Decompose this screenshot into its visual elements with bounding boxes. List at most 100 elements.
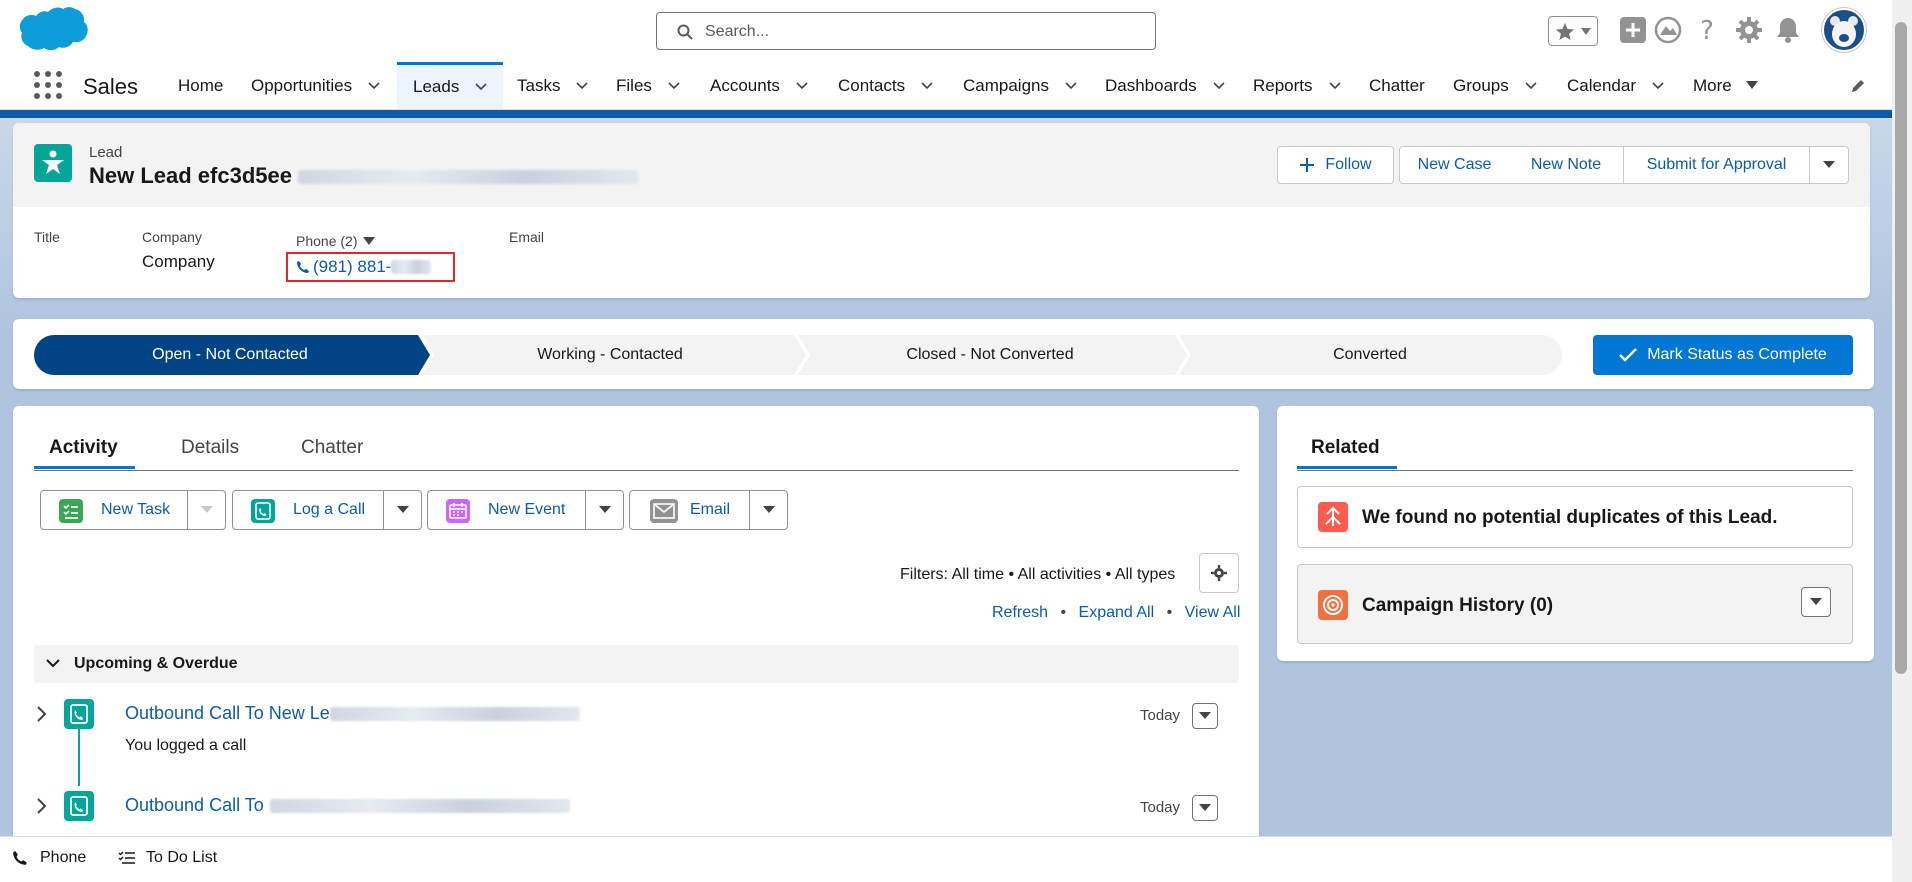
global-actions-icon[interactable]	[1619, 16, 1647, 44]
scrollbar-thumb[interactable]	[1895, 22, 1907, 674]
timeline-item-title[interactable]: Outbound Call To	[125, 795, 570, 816]
new-event-button-group: New Event	[427, 490, 624, 530]
nav-item-leads[interactable]: Leads	[397, 62, 503, 109]
email-icon	[650, 499, 678, 523]
timeline-title-link[interactable]: Outbound Call To	[125, 795, 264, 815]
path-step-closed[interactable]: Closed - Not Converted	[800, 335, 1180, 375]
checkmark-icon	[1619, 348, 1638, 362]
timeline-item-menu[interactable]	[1192, 703, 1218, 729]
path-step-converted[interactable]: Converted	[1180, 335, 1560, 375]
nav-item-dashboards[interactable]: Dashboards	[1105, 62, 1225, 109]
chevron-down-icon[interactable]	[1328, 80, 1341, 92]
utility-todo[interactable]: To Do List	[118, 849, 217, 867]
new-task-button[interactable]: New Task	[101, 501, 170, 519]
timeline-title-link[interactable]: Outbound Call To New Le	[125, 703, 330, 723]
nav-item-contacts[interactable]: Contacts	[838, 62, 933, 109]
chevron-down-icon[interactable]	[1525, 80, 1537, 92]
tab-related[interactable]: Related	[1311, 437, 1380, 459]
timeline-item-title[interactable]: Outbound Call To New Le	[125, 703, 580, 724]
record-title-text: New Lead efc3d5ee	[89, 163, 292, 188]
bell-icon[interactable]	[1775, 16, 1801, 44]
email-menu-button[interactable]	[749, 491, 787, 529]
path-step-open[interactable]: Open - Not Contacted	[40, 335, 420, 375]
chevron-down-icon	[1581, 28, 1591, 35]
global-search[interactable]: Search...	[656, 12, 1156, 50]
log-call-button[interactable]: Log a Call	[293, 501, 365, 519]
phone-field-value[interactable]: (981) 881-	[296, 257, 432, 277]
app-launcher-icon[interactable]	[34, 71, 62, 99]
path-step-working[interactable]: Working - Contacted	[420, 335, 800, 375]
chevron-down-icon[interactable]	[1652, 80, 1664, 92]
record-title: New Lead efc3d5ee	[89, 163, 638, 189]
new-task-menu-button[interactable]	[187, 491, 225, 529]
user-avatar[interactable]	[1822, 8, 1866, 52]
chevron-down-icon[interactable]	[576, 80, 589, 92]
nav-item-home[interactable]: Home	[178, 62, 223, 109]
nav-item-groups[interactable]: Groups	[1453, 62, 1537, 109]
nav-item-chatter[interactable]: Chatter	[1369, 62, 1425, 109]
new-case-button[interactable]: New Case	[1399, 146, 1510, 184]
nav-item-tasks[interactable]: Tasks	[517, 62, 589, 109]
email-button[interactable]: Email	[690, 501, 730, 519]
nav-item-reports[interactable]: Reports	[1253, 62, 1341, 109]
nav-item-calendar[interactable]: Calendar	[1567, 62, 1664, 109]
help-icon[interactable]: ?	[1695, 16, 1719, 44]
utility-phone[interactable]: Phone	[12, 849, 86, 867]
phone-field-label[interactable]: Phone (2)	[296, 233, 376, 249]
phone-icon	[297, 261, 309, 273]
nav-item-opportunities[interactable]: Opportunities	[251, 62, 380, 109]
campaign-history-menu[interactable]	[1801, 587, 1831, 617]
duplicates-panel: We found no potential duplicates of this…	[1297, 486, 1853, 548]
submit-for-approval-button[interactable]: Submit for Approval	[1623, 146, 1810, 184]
caret-down-icon	[1823, 161, 1835, 168]
chevron-down-icon[interactable]	[921, 80, 933, 92]
expand-all-link[interactable]: Expand All	[1079, 604, 1155, 621]
upcoming-overdue-section[interactable]: Upcoming & Overdue	[34, 645, 1239, 683]
tab-activity[interactable]: Activity	[49, 437, 118, 459]
gear-icon[interactable]	[1735, 16, 1763, 44]
view-all-link[interactable]: View All	[1185, 604, 1241, 621]
chevron-down-icon[interactable]	[668, 80, 680, 92]
nav-item-files[interactable]: Files	[616, 62, 680, 109]
new-event-menu-button[interactable]	[585, 491, 623, 529]
email-field-label: Email	[509, 229, 545, 245]
active-tab-indicator	[1297, 466, 1397, 469]
nav-label: Tasks	[517, 75, 561, 95]
favorites-button[interactable]	[1548, 16, 1598, 46]
follow-button[interactable]: Follow	[1277, 146, 1394, 184]
trailhead-icon[interactable]	[1654, 16, 1682, 44]
timeline-item-menu[interactable]	[1192, 795, 1218, 821]
chevron-right-icon[interactable]	[36, 706, 48, 722]
phone-number-link[interactable]: (981) 881-	[313, 257, 391, 277]
edit-nav-pencil-icon[interactable]	[1850, 78, 1866, 94]
chevron-right-icon[interactable]	[36, 798, 48, 814]
global-header: Search... ?	[0, 0, 1892, 62]
bullet-separator: •	[1166, 604, 1173, 621]
mark-status-complete-button[interactable]: Mark Status as Complete	[1593, 335, 1853, 375]
phone-icon	[13, 851, 27, 865]
timeline-line	[78, 729, 80, 786]
activity-card	[13, 406, 1259, 846]
nav-item-campaigns[interactable]: Campaigns	[963, 62, 1077, 109]
submit-label: Submit for Approval	[1646, 156, 1787, 173]
new-note-button[interactable]: New Note	[1509, 146, 1624, 184]
new-event-button[interactable]: New Event	[488, 501, 565, 519]
log-call-menu-button[interactable]	[383, 491, 421, 529]
chevron-down-icon[interactable]	[1213, 80, 1225, 92]
chevron-down-icon[interactable]	[368, 80, 380, 92]
chevron-down-icon[interactable]	[1065, 80, 1077, 92]
tab-chatter[interactable]: Chatter	[301, 437, 363, 459]
nav-item-more[interactable]: More	[1693, 62, 1758, 109]
follow-label: Follow	[1325, 156, 1372, 173]
salesforce-logo[interactable]	[18, 6, 90, 56]
filter-settings-button[interactable]	[1199, 553, 1239, 593]
campaign-history-title[interactable]: Campaign History (0)	[1362, 595, 1553, 617]
chevron-down-icon[interactable]	[475, 81, 487, 93]
more-actions-button[interactable]	[1809, 146, 1849, 184]
nav-item-accounts[interactable]: Accounts	[710, 62, 808, 109]
chevron-down-icon[interactable]	[796, 80, 808, 92]
refresh-link[interactable]: Refresh	[992, 604, 1048, 621]
bullet-separator: •	[1060, 604, 1067, 621]
redacted-text	[329, 707, 580, 722]
tab-details[interactable]: Details	[181, 437, 239, 459]
